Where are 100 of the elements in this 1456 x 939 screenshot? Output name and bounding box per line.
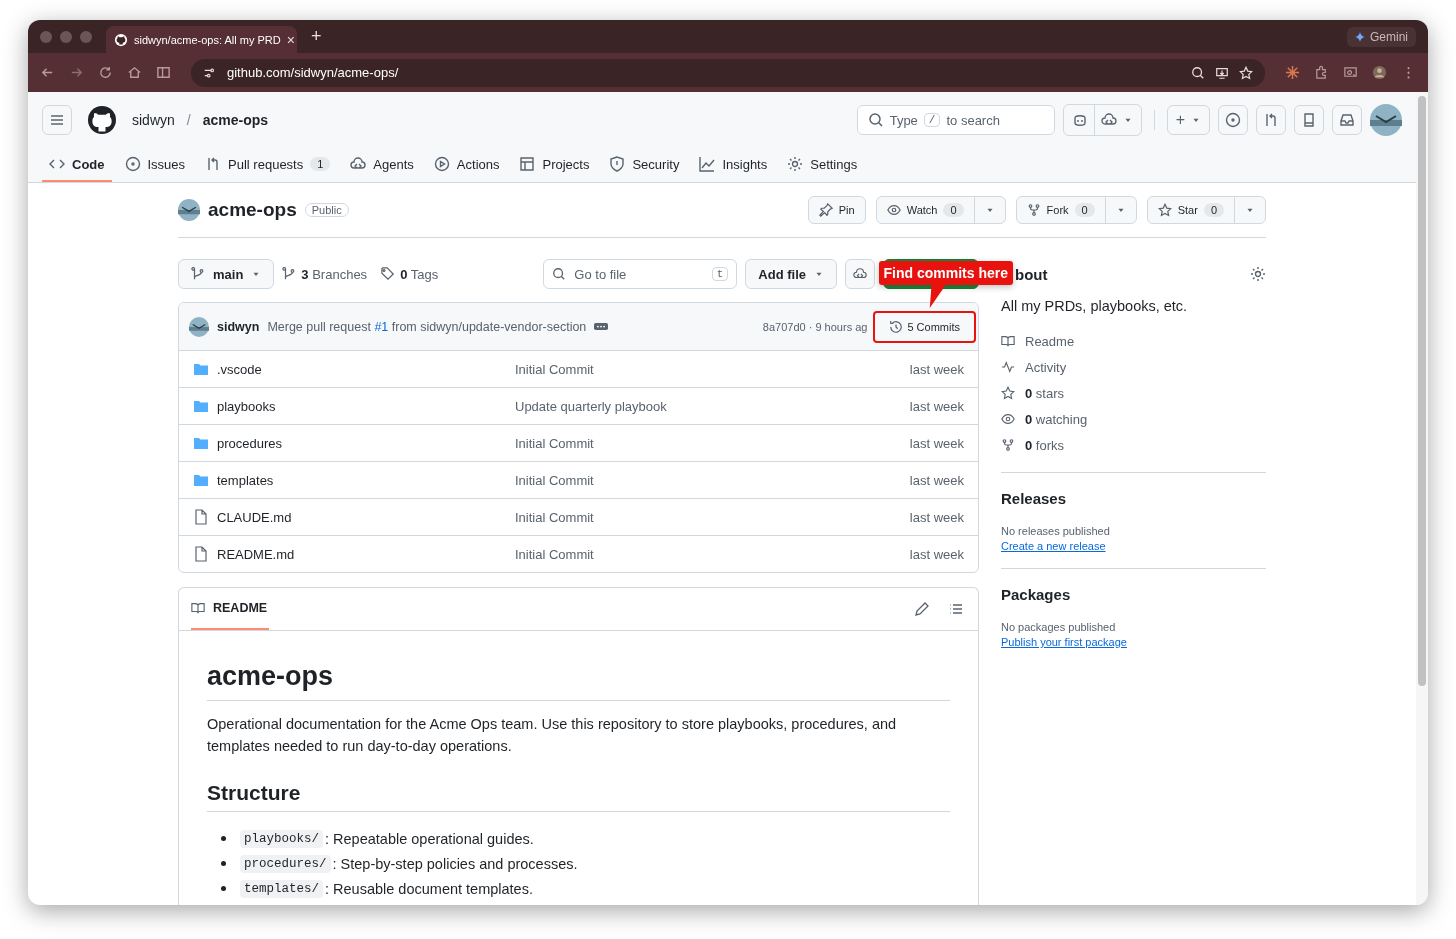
- inline-code: templates/: [240, 879, 323, 898]
- branch-icon: [191, 267, 205, 281]
- shield-icon: [609, 156, 626, 172]
- expand-icon[interactable]: [594, 322, 609, 331]
- file-name[interactable]: CLAUDE.md: [217, 509, 507, 525]
- repo-nav-tab[interactable]: Agents: [343, 148, 421, 182]
- file-time: last week: [909, 361, 964, 377]
- cloud-icon[interactable]: [1100, 112, 1117, 128]
- scrollbar-thumb[interactable]: [1418, 96, 1426, 686]
- inbox-button[interactable]: [1332, 105, 1362, 135]
- file-name[interactable]: README.md: [217, 546, 507, 562]
- pull-requests-button[interactable]: [1256, 105, 1286, 135]
- about-link[interactable]: 0 forks: [1025, 437, 1065, 453]
- watch-button[interactable]: Watch 0: [875, 196, 1006, 224]
- repositories-button[interactable]: [1294, 105, 1324, 135]
- file-commit-message[interactable]: Initial Commit: [515, 435, 594, 451]
- sidebar-icon[interactable]: [156, 65, 171, 80]
- history-icon: [889, 319, 904, 334]
- file-name[interactable]: templates: [217, 472, 507, 488]
- file-time: last week: [909, 546, 964, 562]
- reload-icon[interactable]: [98, 65, 113, 80]
- about-link[interactable]: 0 stars: [1025, 385, 1065, 401]
- file-time: last week: [909, 435, 964, 451]
- tab-close-button[interactable]: ×: [286, 31, 295, 48]
- gemini-button[interactable]: Gemini: [1347, 26, 1416, 47]
- new-tab-button[interactable]: +: [305, 26, 328, 47]
- commit-author[interactable]: sidwyn: [217, 319, 260, 334]
- fork-button[interactable]: Fork 0: [1015, 196, 1137, 224]
- tags-link[interactable]: 0 Tags: [400, 266, 439, 282]
- file-name[interactable]: .vscode: [217, 361, 507, 377]
- star-button[interactable]: Star 0: [1146, 196, 1266, 224]
- packages-note: No packages published: [1001, 621, 1117, 633]
- releases-heading[interactable]: Releases: [1001, 490, 1266, 507]
- star-icon: [1157, 203, 1172, 217]
- go-to-file-field[interactable]: Go to file t: [543, 259, 738, 289]
- search-field[interactable]: Type / to search: [856, 105, 1055, 135]
- repo-title[interactable]: acme-ops: [208, 199, 297, 221]
- reading-icon[interactable]: [1343, 65, 1358, 80]
- repo-nav-tab[interactable]: Settings: [780, 148, 865, 182]
- repo-nav-tab[interactable]: Projects: [512, 148, 597, 182]
- pulse-icon: [1001, 360, 1015, 374]
- file-commit-message[interactable]: Initial Commit: [515, 472, 594, 488]
- zoom-icon[interactable]: [1191, 65, 1205, 80]
- file-commit-message[interactable]: Initial Commit: [515, 546, 594, 562]
- browser-tab[interactable]: sidwyn/acme-ops: All my PRD ×: [106, 26, 297, 53]
- fork-icon: [1001, 438, 1015, 452]
- folder-icon: [193, 398, 209, 414]
- owner-link[interactable]: sidwyn: [132, 112, 175, 128]
- menu-button[interactable]: [42, 105, 72, 135]
- branch-selector[interactable]: main: [178, 259, 275, 289]
- settings-icon[interactable]: [1250, 266, 1266, 282]
- repo-nav-tab[interactable]: Pull requests 1: [198, 148, 338, 182]
- github-logo-icon[interactable]: [88, 106, 116, 134]
- readme-tab[interactable]: README: [191, 588, 270, 630]
- issues-button[interactable]: [1218, 105, 1248, 135]
- repo-nav-tab[interactable]: Security: [602, 148, 687, 182]
- file-commit-message[interactable]: Initial Commit: [515, 361, 594, 377]
- edit-icon[interactable]: [914, 601, 930, 617]
- repo-nav-tab[interactable]: Code: [42, 148, 112, 182]
- bookmark-star-icon[interactable]: [1239, 65, 1253, 80]
- user-avatar[interactable]: [1370, 104, 1402, 136]
- add-file-button[interactable]: Add file: [745, 259, 837, 289]
- about-link[interactable]: Activity: [1025, 359, 1067, 375]
- commits-link[interactable]: 5 Commits: [907, 320, 960, 333]
- menu-icon: [49, 112, 65, 128]
- copilot-icon[interactable]: [1071, 112, 1088, 128]
- releases-note: No releases published: [1001, 525, 1111, 537]
- burst-icon[interactable]: [1285, 65, 1300, 80]
- pull-request-link[interactable]: #1: [374, 319, 389, 334]
- address-bar[interactable]: github.com/sidwyn/acme-ops/: [191, 58, 1265, 87]
- about-link[interactable]: 0 watching: [1025, 411, 1088, 427]
- file-name[interactable]: playbooks: [217, 398, 507, 414]
- extensions-icon[interactable]: [1314, 65, 1329, 80]
- file-commit-message[interactable]: Update quarterly playbook: [515, 398, 667, 414]
- commit-message[interactable]: Merge pull request #1 from sidwyn/update-vendor-section: [267, 319, 587, 334]
- file-commit-message[interactable]: Initial Commit: [515, 509, 594, 525]
- repo-nav-tab[interactable]: Actions: [426, 148, 507, 182]
- github-icon: [114, 32, 128, 47]
- tab-title: sidwyn/acme-ops: All my PRD: [134, 33, 281, 46]
- outline-icon[interactable]: [948, 601, 964, 617]
- repo-nav-tab[interactable]: Insights: [692, 148, 775, 182]
- publish-package-link[interactable]: Publish your first package: [1001, 636, 1127, 648]
- profile-avatar[interactable]: [1372, 65, 1387, 80]
- repo-link[interactable]: acme-ops: [202, 112, 269, 128]
- search-icon: [552, 267, 567, 281]
- home-icon[interactable]: [127, 65, 142, 80]
- site-settings-icon[interactable]: [203, 65, 217, 80]
- pin-button[interactable]: Pin: [807, 196, 866, 224]
- create-new-button[interactable]: +: [1166, 105, 1210, 135]
- codespaces-button[interactable]: [845, 259, 875, 289]
- create-release-link[interactable]: Create a new release: [1001, 540, 1106, 552]
- about-link[interactable]: Readme: [1025, 333, 1075, 349]
- list-item-text: : Reusable document templates.: [325, 880, 533, 897]
- packages-heading[interactable]: Packages: [1001, 586, 1266, 603]
- install-icon[interactable]: [1215, 65, 1229, 80]
- file-name[interactable]: procedures: [217, 435, 507, 451]
- repo-owner-avatar: [178, 199, 200, 221]
- device-icon: [1301, 112, 1317, 128]
- branches-link[interactable]: 3 Branches: [301, 266, 368, 282]
- repo-nav-tab[interactable]: Issues: [117, 148, 193, 182]
